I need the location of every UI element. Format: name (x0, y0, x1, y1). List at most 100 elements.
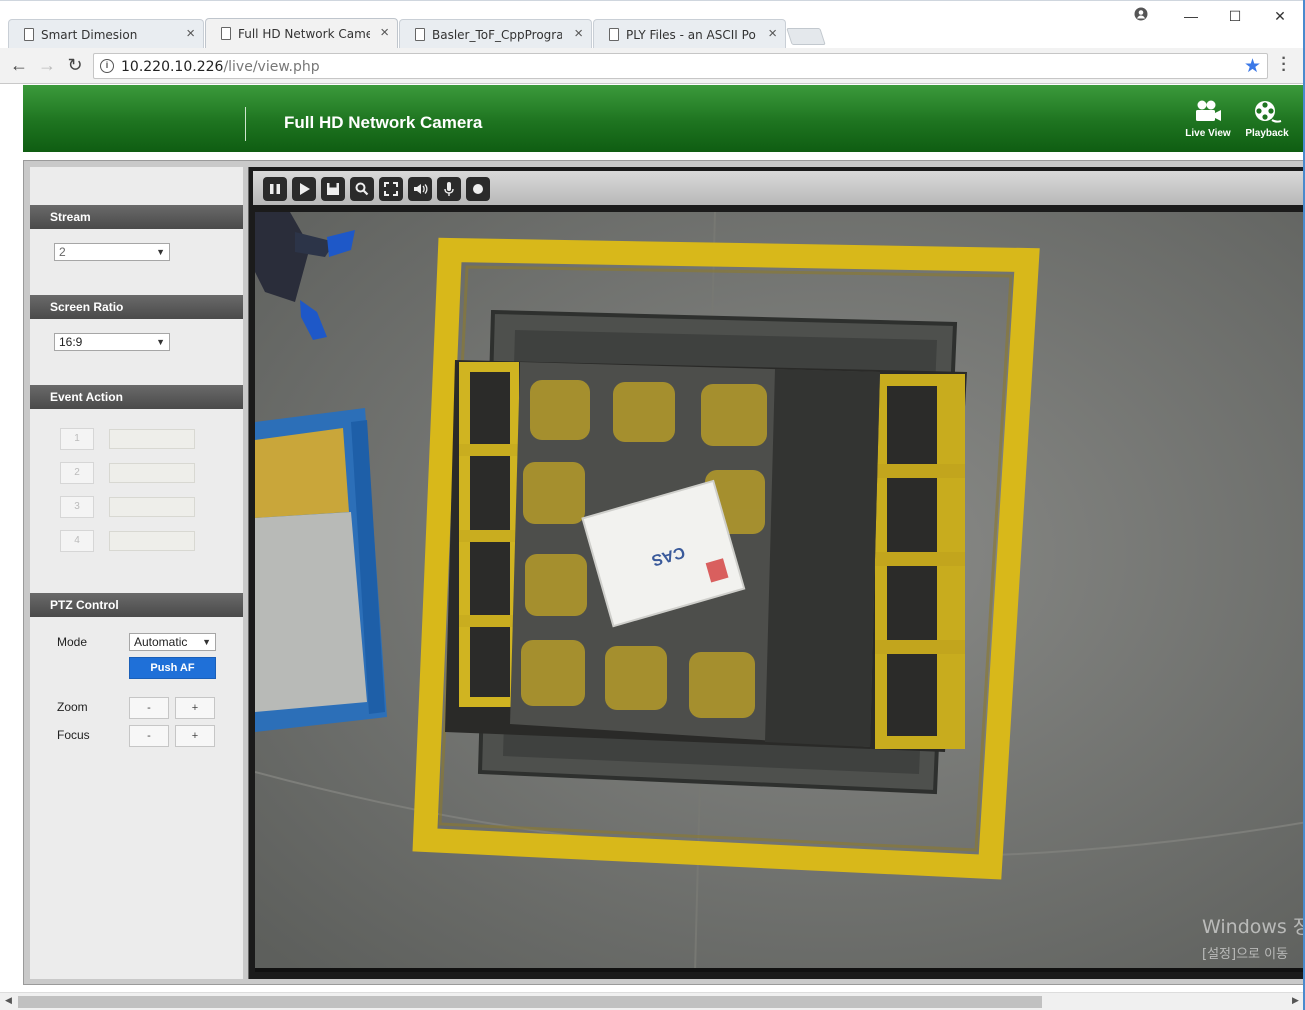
profile-icon[interactable] (1130, 5, 1152, 27)
screen-ratio-value: 16:9 (59, 335, 83, 349)
save-icon[interactable] (321, 177, 345, 201)
event-action-2-field (109, 463, 195, 483)
tab-title: Full HD Network Camer (238, 27, 370, 41)
page-viewport: Full HD Network Camera Live View Playbac… (0, 85, 1305, 992)
close-icon[interactable]: × (380, 24, 389, 42)
blue-tray (255, 408, 387, 732)
browser-menu-icon[interactable]: · · · (1278, 51, 1290, 79)
video-bottom-edge (255, 968, 1305, 972)
zoom-out-button[interactable]: - (129, 697, 169, 719)
ptz-mode-select[interactable]: Automatic ▼ (129, 633, 216, 651)
watermark-line-1: Windows 정 (1202, 916, 1305, 938)
event-action-2-button[interactable]: 2 (60, 462, 94, 484)
page-icon (415, 28, 425, 41)
pallet-slat (875, 464, 965, 478)
push-af-button[interactable]: Push AF (129, 657, 216, 679)
pallet-slat (459, 615, 519, 627)
dropdown-arrow-icon: ▼ (156, 337, 165, 347)
stream-section-title: Stream (30, 205, 243, 229)
event-action-section-title: Event Action (30, 385, 243, 409)
pallet-slat (875, 552, 965, 566)
scrollbar-thumb[interactable] (18, 996, 1042, 1008)
video-camera-icon (1178, 99, 1238, 127)
event-action-4-button[interactable]: 4 (60, 530, 94, 552)
stream-value: 2 (59, 245, 66, 259)
focus-far-button[interactable]: + (175, 725, 215, 747)
dropdown-arrow-icon: ▼ (202, 637, 211, 647)
close-window-button[interactable]: ✕ (1269, 5, 1291, 27)
close-icon[interactable]: × (574, 25, 583, 43)
search-icon[interactable] (350, 177, 374, 201)
tab-smart-dimension[interactable]: Smart Dimesion × (8, 19, 204, 49)
video-frame: CAS Windows 정 [설정]으로 이동 (248, 167, 1305, 979)
pallet-slat (875, 640, 965, 654)
pallet-slat (459, 444, 519, 456)
minimize-button[interactable]: — (1180, 5, 1202, 27)
control-panel: Stream 2 ▼ Screen Ratio 16:9 ▼ Event Act… (30, 167, 243, 979)
content-area: Stream 2 ▼ Screen Ratio 16:9 ▼ Event Act… (23, 160, 1305, 985)
page-icon (24, 28, 34, 41)
event-action-1-field (109, 429, 195, 449)
event-action-3-field (109, 497, 195, 517)
windows-activation-watermark: Windows 정 [설정]으로 이동 (1202, 912, 1305, 962)
event-action-1-button[interactable]: 1 (60, 428, 94, 450)
pause-icon[interactable] (263, 177, 287, 201)
tab-full-hd-camera[interactable]: Full HD Network Camer × (205, 18, 398, 49)
tab-title: PLY Files - an ASCII Pol (626, 28, 756, 42)
screen-ratio-section-title: Screen Ratio (30, 295, 243, 319)
tab-title: Basler_ToF_CppProgram (432, 28, 562, 42)
page-title: Full HD Network Camera (284, 113, 483, 132)
live-view-label: Live View (1185, 128, 1231, 139)
live-video-feed[interactable]: CAS Windows 정 [설정]으로 이동 (255, 212, 1305, 972)
bookmark-star-icon[interactable]: ★ (1244, 55, 1261, 78)
event-action-4-field (109, 531, 195, 551)
playback-label: Playback (1245, 128, 1289, 139)
playback-button[interactable]: Playback (1237, 99, 1297, 145)
forward-button[interactable]: → (36, 54, 58, 76)
tab-bar: Smart Dimesion × Full HD Network Camer ×… (0, 0, 1305, 49)
stream-select[interactable]: 2 ▼ (54, 243, 170, 261)
url-host: 10.220.10.226 (121, 59, 224, 75)
browser-toolbar: ← → ↻ i 10.220.10.226/live/view.php ★ · ·… (0, 48, 1305, 84)
horizontal-scrollbar[interactable]: ◀ ▶ (0, 992, 1305, 1010)
close-icon[interactable]: × (186, 25, 195, 43)
video-toolbar (253, 171, 1305, 205)
live-view-button[interactable]: Live View (1178, 99, 1238, 145)
address-bar[interactable]: i 10.220.10.226/live/view.php ★ (93, 53, 1268, 79)
screen-ratio-select[interactable]: 16:9 ▼ (54, 333, 170, 351)
speaker-icon[interactable] (408, 177, 432, 201)
close-icon[interactable]: × (768, 25, 777, 43)
microphone-icon[interactable] (437, 177, 461, 201)
page-icon (221, 27, 231, 40)
reload-button[interactable]: ↻ (64, 54, 86, 76)
fullscreen-icon[interactable] (379, 177, 403, 201)
scroll-left-icon[interactable]: ◀ (5, 995, 12, 1006)
back-button[interactable]: ← (8, 54, 30, 76)
camera-header: Full HD Network Camera Live View Playbac… (23, 85, 1305, 152)
zoom-in-button[interactable]: + (175, 697, 215, 719)
pallet-slat (459, 530, 519, 542)
dropdown-arrow-icon: ▼ (156, 247, 165, 257)
browser-window: Smart Dimesion × Full HD Network Camer ×… (0, 0, 1305, 1010)
header-divider (245, 107, 246, 141)
new-tab-button[interactable] (786, 28, 826, 45)
info-icon[interactable]: i (100, 59, 114, 73)
play-icon[interactable] (292, 177, 316, 201)
tab-ply-files[interactable]: PLY Files - an ASCII Pol × (593, 19, 786, 49)
url-path: /live/view.php (223, 59, 320, 75)
url-text: 10.220.10.226/live/view.php (121, 59, 320, 75)
tab-title: Smart Dimesion (41, 28, 138, 42)
record-icon[interactable] (466, 177, 490, 201)
ptz-mode-value: Automatic (134, 635, 188, 649)
mode-label: Mode (57, 635, 88, 649)
camera-scene: CAS (255, 212, 1305, 972)
zoom-label: Zoom (57, 700, 88, 714)
focus-near-button[interactable]: - (129, 725, 169, 747)
tab-basler-tof[interactable]: Basler_ToF_CppProgram × (399, 19, 592, 49)
event-action-3-button[interactable]: 3 (60, 496, 94, 518)
scroll-right-icon[interactable]: ▶ (1292, 995, 1299, 1006)
page-icon (609, 28, 619, 41)
maximize-button[interactable]: ☐ (1224, 5, 1246, 27)
ptz-control-section-title: PTZ Control (30, 593, 243, 617)
pallet-dark-board (765, 369, 880, 747)
